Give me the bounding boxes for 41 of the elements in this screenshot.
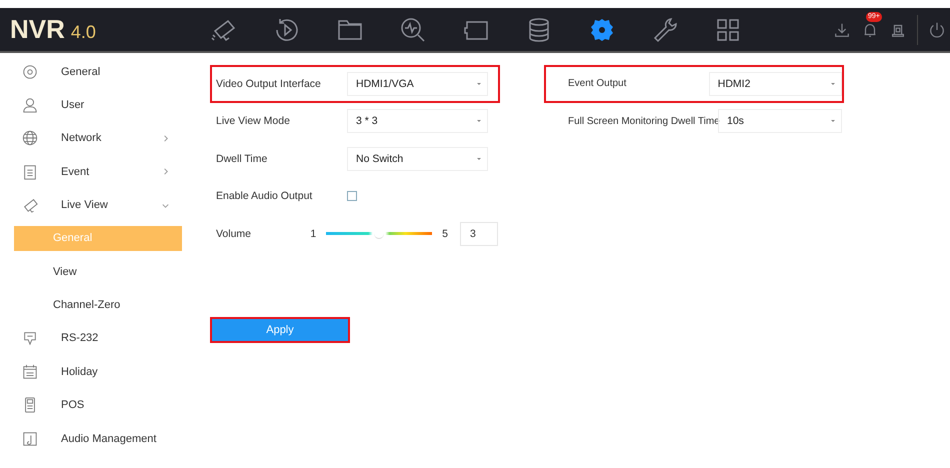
sidebar-item[interactable]: General: [14, 55, 182, 88]
sidebar-item[interactable]: Event: [14, 155, 182, 189]
terminal-icon: [22, 397, 38, 414]
camera-icon: [22, 197, 38, 214]
logo-text: NVR: [10, 14, 65, 45]
download-icon[interactable]: [833, 20, 851, 38]
checkbox[interactable]: [347, 191, 357, 202]
settings-icon: [22, 64, 38, 80]
field-label: Enable Audio Output: [216, 190, 314, 202]
dropdown[interactable]: HDMI2: [708, 72, 842, 96]
sidebar-item[interactable]: Network: [14, 122, 182, 156]
power-icon[interactable]: [928, 20, 946, 38]
user-icon: [22, 97, 38, 114]
field-label: Volume: [216, 228, 252, 240]
dropdown[interactable]: 10s: [718, 109, 842, 134]
search-icon[interactable]: [399, 16, 427, 44]
globe-icon: [22, 130, 38, 146]
sidebar-subitem[interactable]: Channel-Zero: [14, 288, 182, 322]
music-note-icon: [22, 430, 38, 447]
sidebar-item[interactable]: POS: [14, 388, 182, 422]
dropdown[interactable]: 3 * 3: [347, 109, 488, 134]
slider-max-label: 5: [442, 228, 448, 240]
sidebar-item[interactable]: RS-232: [14, 322, 182, 356]
volume-input[interactable]: 3: [460, 222, 498, 246]
speech-bubble-icon: [22, 330, 38, 346]
field-label: Live View Mode: [216, 115, 291, 128]
field-label: Video Output Interface: [216, 78, 322, 90]
field-label: Dwell Time: [216, 152, 268, 165]
calendar-icon: [22, 364, 38, 380]
sidebar-item[interactable]: User: [14, 88, 182, 122]
dropdown[interactable]: No Switch: [347, 146, 488, 171]
dropdown[interactable]: HDMI1/VGA: [347, 72, 488, 96]
sidebar-item[interactable]: Holiday: [14, 355, 182, 389]
slider-min-label: 1: [310, 228, 316, 240]
sidebar-item[interactable]: Audio Management: [14, 422, 182, 456]
wrench-icon[interactable]: [651, 16, 679, 44]
clipboard-icon: [22, 164, 38, 180]
sidebar-item[interactable]: Live View: [14, 188, 182, 222]
sidebar-subitem[interactable]: View: [14, 254, 182, 288]
field-label: Event Output: [567, 78, 628, 90]
version-text: 4.0: [70, 22, 96, 43]
